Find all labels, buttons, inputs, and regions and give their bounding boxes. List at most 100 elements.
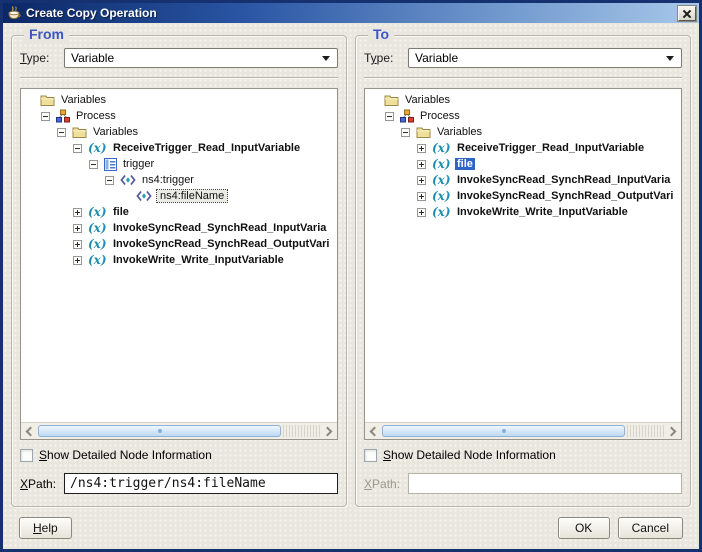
tree-expander-icon[interactable] [57,127,66,137]
from-variable-tree: (x) Variables [21,89,337,422]
scroll-thumb[interactable] [38,425,282,437]
tree-node-label: InvokeWrite_Write_InputVariable [457,206,628,218]
tree-node[interactable]: (x) Variables [21,124,337,140]
process-icon [400,109,414,123]
scroll-left-icon[interactable] [23,425,36,438]
from-xpath-label: XPath: [20,476,57,491]
tree-expander-icon[interactable] [73,255,82,265]
tree-expander-icon[interactable] [73,143,82,153]
tree-node[interactable]: (x) InvokeSyncRead_SynchRead_InputVaria [21,220,337,236]
tree-node[interactable]: (x) Process [21,108,337,124]
tree-node[interactable]: (x) Variables [365,92,681,108]
folder-icon [72,127,87,138]
to-horizontal-scrollbar[interactable] [365,422,681,439]
tree-node[interactable]: (x) InvokeWrite_Write_InputVariable [365,204,681,220]
svg-text:(x): (x) [88,205,107,219]
from-type-select[interactable]: Variable [64,48,338,68]
tree-node[interactable]: (x) InvokeWrite_Write_InputVariable [21,252,337,268]
tree-node[interactable]: (x) InvokeSyncRead_SynchRead_OutputVari [21,236,337,252]
variable-icon: (x) [88,237,107,251]
divider [20,77,338,79]
tree-node-label: InvokeSyncRead_SynchRead_InputVaria [113,222,327,234]
cancel-button[interactable]: Cancel [617,517,683,539]
to-xpath-input[interactable] [408,473,682,494]
variable-icon: (x) [88,205,107,219]
to-type-select[interactable]: Variable [408,48,682,68]
svg-text:(x): (x) [88,141,107,155]
svg-text:(x): (x) [432,189,451,203]
variable-icon: (x) [432,205,451,219]
scroll-left-icon[interactable] [367,425,380,438]
tree-node-label: Variables [437,126,483,138]
title-bar[interactable]: Create Copy Operation [3,3,699,23]
ok-button[interactable]: OK [557,517,610,539]
tree-node-label: InvokeSyncRead_SynchRead_InputVaria [457,174,671,186]
scroll-track[interactable] [627,425,664,437]
tree-expander-icon[interactable] [89,159,98,169]
tree-expander-icon[interactable] [73,223,82,233]
tree-node[interactable]: (x) ReceiveTrigger_Read_InputVariable [21,140,337,156]
tree-node-label: Process [420,110,460,122]
tree-node[interactable]: (x) InvokeSyncRead_SynchRead_OutputVari [365,188,681,204]
tree-expander-icon[interactable] [417,207,426,217]
tree-expander-icon[interactable] [121,192,130,201]
from-show-detail-checkbox[interactable] [20,448,33,462]
divider [364,77,682,79]
tree-expander-icon[interactable] [41,111,50,121]
tree-node[interactable]: (x) Variables [21,92,337,108]
variable-icon: (x) [432,173,451,187]
tree-node[interactable]: (x) file [21,204,337,220]
from-show-detail-label: Show Detailed Node Information [39,448,212,462]
message-icon [104,157,117,171]
scroll-right-icon[interactable] [322,425,335,438]
tree-node[interactable]: (x) ns4:trigger [21,172,337,188]
to-show-detail-checkbox[interactable] [364,448,377,462]
to-show-detail-label: Show Detailed Node Information [383,448,556,462]
coffee-cup-icon [8,6,21,20]
tree-expander-icon[interactable] [369,96,378,105]
tree-expander-icon[interactable] [417,191,426,201]
from-tree-panel: (x) Variables [20,88,338,440]
tree-node-label: ns4:fileName [156,189,229,203]
tree-node[interactable]: (x) Process [365,108,681,124]
svg-text:(x): (x) [432,205,451,219]
svg-text:(x): (x) [432,141,451,155]
tree-node[interactable]: (x) ns4:fileName [21,188,337,204]
from-group: From Type: Variable Variables Process Va… [11,26,347,507]
scroll-track[interactable] [283,425,320,437]
tree-expander-icon[interactable] [105,175,114,185]
tree-node-label: file [113,206,129,218]
tree-expander-icon[interactable] [385,111,394,121]
tree-expander-icon[interactable] [73,207,82,217]
tree-node-label: file [455,158,475,170]
tree-expander-icon[interactable] [25,96,34,105]
tree-expander-icon[interactable] [417,143,426,153]
tree-expander-icon[interactable] [73,239,82,249]
tree-node[interactable]: (x) trigger [21,156,337,172]
dialog-body: From Type: Variable Variables Process Va… [3,23,699,549]
tree-expander-icon[interactable] [417,175,426,185]
scroll-right-icon[interactable] [666,425,679,438]
variable-icon: (x) [432,157,451,171]
to-group: To Type: Variable Variables Process Vari… [355,26,691,507]
close-icon[interactable] [678,5,696,21]
scroll-thumb[interactable] [382,425,626,437]
svg-text:(x): (x) [88,221,107,235]
to-tree-panel: (x) Variables [364,88,682,440]
variable-icon: (x) [432,189,451,203]
tree-expander-icon[interactable] [401,127,410,137]
tree-node[interactable]: (x) file [365,156,681,172]
tree-node[interactable]: (x) InvokeSyncRead_SynchRead_InputVaria [365,172,681,188]
from-horizontal-scrollbar[interactable] [21,422,337,439]
tree-node[interactable]: (x) Variables [365,124,681,140]
help-button[interactable]: Help [19,517,72,539]
tree-expander-icon[interactable] [417,159,426,169]
from-xpath-input[interactable] [64,473,338,494]
svg-text:(x): (x) [432,173,451,187]
dialog-window: Create Copy Operation From Type: Variabl… [0,0,702,552]
tree-node[interactable]: (x) ReceiveTrigger_Read_InputVariable [365,140,681,156]
tree-node-label: InvokeSyncRead_SynchRead_OutputVari [457,190,674,202]
chevron-down-icon [322,56,330,61]
chevron-down-icon [666,56,674,61]
tree-node-label: ReceiveTrigger_Read_InputVariable [113,142,301,154]
